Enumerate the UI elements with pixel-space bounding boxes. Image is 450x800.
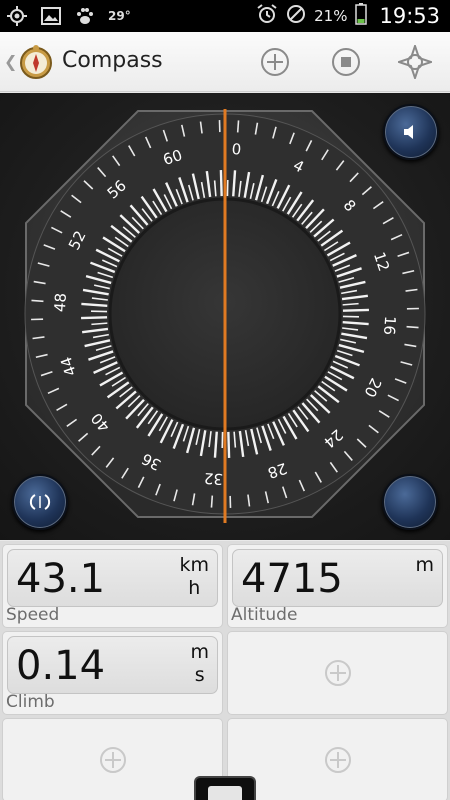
altitude-tile[interactable]: 4715 m Altitude	[227, 544, 448, 628]
sound-button[interactable]	[383, 104, 439, 160]
compass-panel: 04812162024283236404448525660 N4812E1620…	[0, 93, 450, 540]
add-tile-icon[interactable]	[98, 745, 128, 775]
battery-icon	[355, 3, 368, 29]
speed-unit: km h	[179, 554, 209, 599]
data-tiles: 43.1 km h Speed 4715 m Altitude 0.14 ms C…	[0, 541, 450, 800]
speed-value: 43.1	[16, 556, 106, 602]
alarm-icon	[256, 3, 278, 29]
compass-mode-button[interactable]	[397, 44, 433, 80]
compass-tick	[342, 308, 369, 312]
altitude-unit: m	[415, 554, 434, 576]
action-button[interactable]	[382, 474, 438, 530]
climb-value: 0.14	[16, 643, 106, 689]
do-not-disturb-icon	[286, 4, 306, 28]
compass-outer-tick	[406, 325, 419, 329]
compass-dial[interactable]: 04812162024283236404448525660 N4812E1620…	[0, 93, 450, 540]
clock: 19:53	[379, 4, 440, 28]
outer-number-label: 48	[51, 292, 70, 312]
calibrate-button[interactable]	[12, 474, 68, 530]
climb-unit: ms	[190, 641, 209, 686]
stop-button[interactable]	[328, 44, 364, 80]
climb-label: Climb	[6, 692, 55, 712]
empty-tile-add[interactable]	[227, 631, 448, 715]
compass-tick	[219, 170, 223, 197]
compass-outer-tick	[31, 299, 44, 303]
speed-label: Speed	[6, 605, 60, 625]
rotate-icon	[29, 494, 51, 510]
altitude-value: 4715	[241, 556, 343, 602]
back-chevron-icon[interactable]: ❮	[4, 52, 17, 71]
speaker-icon	[404, 125, 413, 139]
outer-number-label: 0	[231, 140, 242, 159]
outer-number-label: 32	[203, 469, 223, 488]
speed-value-box: 43.1 km h	[7, 549, 218, 607]
empty-tile-add[interactable]	[2, 718, 223, 800]
status-bar: 29° 21% 19:53	[0, 0, 450, 32]
paw-icon	[74, 5, 96, 27]
climb-tile[interactable]: 0.14 ms Climb	[2, 631, 223, 715]
speed-tile[interactable]: 43.1 km h Speed	[2, 544, 223, 628]
stop-icon	[332, 48, 360, 76]
compass-outer-tick	[210, 495, 214, 508]
compass-rose-icon	[398, 45, 432, 79]
drawer-handle[interactable]	[194, 776, 256, 800]
climb-value-box: 0.14 ms	[7, 636, 218, 694]
altitude-value-box: 4715 m	[232, 549, 443, 607]
empty-tile-add[interactable]	[227, 718, 448, 800]
page-title: Compass	[62, 48, 163, 73]
altitude-label: Altitude	[231, 605, 298, 625]
compass-tick	[81, 316, 108, 320]
add-icon	[261, 48, 289, 76]
gallery-icon	[40, 5, 62, 27]
temperature-text: 29°	[108, 9, 131, 23]
compass-outer-tick	[236, 120, 240, 133]
location-icon	[6, 5, 28, 27]
action-bar: ❮ Compass	[0, 32, 450, 92]
battery-percent: 21%	[314, 7, 348, 25]
outer-number-label: 16	[380, 315, 399, 335]
add-tile-icon[interactable]	[323, 658, 353, 688]
add-tile-icon[interactable]	[323, 745, 353, 775]
app-logo-icon[interactable]	[18, 44, 54, 80]
compass-tick	[227, 431, 231, 458]
add-button[interactable]	[257, 44, 293, 80]
